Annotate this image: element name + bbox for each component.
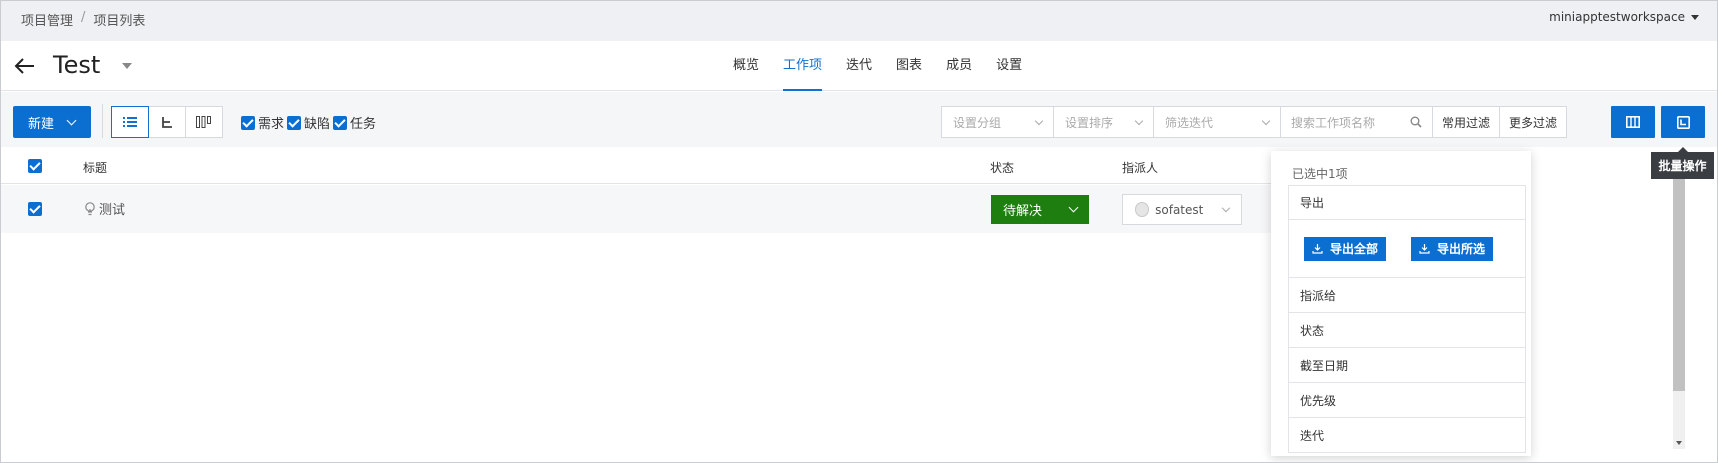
tab-charts[interactable]: 图表: [884, 41, 934, 91]
status-label: 待解决: [1003, 204, 1043, 219]
common-filter-button[interactable]: 常用过滤: [1432, 106, 1501, 138]
breadcrumb-item-project-list[interactable]: 项目列表: [93, 10, 145, 29]
caret-down-icon: [1691, 14, 1699, 20]
tree-icon: [162, 117, 172, 128]
project-title: Test: [53, 51, 101, 79]
filter-bar: 设置分组 设置排序 筛选迭代 搜索工作项名称 常用过滤 更多过滤: [941, 106, 1568, 138]
export-section-label: 导出: [1288, 185, 1526, 220]
breadcrumb-separator: /: [81, 10, 86, 25]
chevron-down-icon: [1034, 116, 1044, 125]
avatar: [1135, 202, 1150, 217]
batch-icon: [1676, 115, 1690, 129]
search-placeholder: 搜索工作项名称: [1291, 115, 1376, 130]
workspace-name: miniapptestworkspace: [1549, 10, 1685, 24]
app-window: 项目管理 / 项目列表 miniapptestworkspace Test 概览…: [0, 0, 1718, 463]
group-select[interactable]: 设置分组: [941, 106, 1054, 138]
project-header: Test 概览 工作项 迭代 图表 成员 设置: [1, 41, 1717, 91]
filter-requirement[interactable]: 需求: [241, 113, 284, 132]
checkbox-checked-icon[interactable]: [241, 115, 255, 130]
breadcrumb-item-project-management[interactable]: 项目管理: [21, 10, 73, 29]
tab-members[interactable]: 成员: [934, 41, 984, 91]
search-icon[interactable]: [1410, 116, 1422, 128]
back-arrow-icon[interactable]: [13, 54, 37, 78]
batch-item-priority[interactable]: 优先级: [1288, 383, 1526, 418]
kanban-icon: [196, 116, 211, 128]
checkbox-checked-icon[interactable]: [287, 115, 302, 130]
tab-iterations[interactable]: 迭代: [834, 41, 884, 91]
table-row[interactable]: 测试 待解决 sofatest: [1, 185, 1291, 233]
row-title-text: 测试: [99, 203, 126, 218]
filter-label: 缺陷: [304, 117, 331, 132]
row-checkbox[interactable]: [28, 202, 42, 216]
chevron-down-icon: [1134, 116, 1144, 125]
top-bar: 项目管理 / 项目列表 miniapptestworkspace: [1, 1, 1717, 41]
chevron-down-icon: [1068, 202, 1079, 213]
scroll-down-arrow-icon[interactable]: [1676, 441, 1682, 445]
iteration-select[interactable]: 筛选迭代: [1153, 106, 1281, 138]
batch-item-iteration[interactable]: 迭代: [1288, 418, 1526, 453]
list-icon: [123, 117, 137, 127]
toolbar: 新建 需求 缺陷 任务 设置分组 设置排序 筛选迭代 搜索工作项名称 常用过滤 …: [1, 92, 1717, 147]
column-settings-button[interactable]: [1611, 106, 1655, 138]
panel-scrollbar[interactable]: [1673, 177, 1685, 449]
export-all-label: 导出全部: [1330, 242, 1379, 256]
export-actions: 导出全部 导出所选: [1288, 220, 1526, 278]
download-icon: [1419, 244, 1430, 254]
assignee-name: sofatest: [1155, 202, 1204, 217]
status-dropdown[interactable]: 待解决: [991, 195, 1089, 224]
batch-operation-button[interactable]: [1661, 106, 1705, 138]
bulb-icon: [85, 201, 95, 215]
batch-item-due-date[interactable]: 截至日期: [1288, 348, 1526, 383]
export-selected-label: 导出所选: [1437, 242, 1486, 256]
filter-label: 任务: [350, 117, 377, 132]
search-input[interactable]: 搜索工作项名称: [1280, 106, 1433, 138]
row-title[interactable]: 测试: [84, 199, 125, 218]
column-header-assignee: 指派人: [1122, 161, 1159, 175]
type-filters: 需求 缺陷 任务: [241, 113, 379, 132]
download-icon: [1312, 244, 1323, 254]
tab-work-items[interactable]: 工作项: [771, 41, 834, 91]
selected-count: 已选中1项: [1292, 167, 1348, 181]
workspace-selector[interactable]: miniapptestworkspace: [1549, 10, 1699, 24]
board-view-button[interactable]: [185, 106, 223, 138]
group-select-placeholder: 设置分组: [953, 115, 1002, 130]
filter-label: 需求: [258, 117, 285, 132]
new-button-label: 新建: [28, 116, 55, 132]
column-header-title: 标题: [83, 161, 108, 175]
more-filter-button[interactable]: 更多过滤: [1499, 106, 1568, 138]
select-all-checkbox[interactable]: [28, 159, 42, 173]
batch-operation-panel: 已选中1项 导出 导出全部 导出所选 指派给 状态 截至日期 优先级 迭代: [1271, 151, 1531, 456]
sort-select-placeholder: 设置排序: [1065, 115, 1114, 130]
sort-select[interactable]: 设置排序: [1053, 106, 1154, 138]
project-switch-caret-icon[interactable]: [122, 63, 132, 69]
view-switcher: [111, 106, 223, 138]
batch-item-assign[interactable]: 指派给: [1288, 278, 1526, 313]
new-button[interactable]: 新建: [13, 106, 91, 138]
divider: [102, 104, 103, 138]
list-view-button[interactable]: [111, 106, 149, 138]
tree-view-button[interactable]: [148, 106, 186, 138]
filter-task[interactable]: 任务: [333, 113, 376, 132]
checkbox-checked-icon[interactable]: [333, 115, 348, 130]
table-header: 标题 状态 指派人: [1, 148, 1291, 184]
chevron-down-icon: [66, 115, 77, 125]
assignee-select[interactable]: sofatest: [1122, 194, 1242, 225]
batch-operation-tooltip: 批量操作: [1651, 147, 1714, 179]
export-selected-button[interactable]: 导出所选: [1411, 236, 1494, 261]
batch-action-list: 导出 导出全部 导出所选 指派给 状态 截至日期 优先级 迭代: [1288, 185, 1526, 453]
tab-settings[interactable]: 设置: [984, 41, 1034, 91]
breadcrumb: 项目管理 / 项目列表: [21, 10, 145, 29]
chevron-down-icon: [1261, 116, 1271, 125]
export-all-button[interactable]: 导出全部: [1304, 236, 1387, 261]
batch-item-status[interactable]: 状态: [1288, 313, 1526, 348]
chevron-down-icon: [1222, 203, 1231, 213]
filter-defect[interactable]: 缺陷: [287, 113, 330, 132]
column-header-status: 状态: [990, 161, 1015, 175]
project-tabs: 概览 工作项 迭代 图表 成员 设置: [721, 41, 1034, 91]
columns-icon: [1626, 116, 1640, 128]
tab-overview[interactable]: 概览: [721, 41, 771, 91]
iteration-select-placeholder: 筛选迭代: [1165, 115, 1214, 130]
scroll-thumb[interactable]: [1673, 179, 1685, 391]
